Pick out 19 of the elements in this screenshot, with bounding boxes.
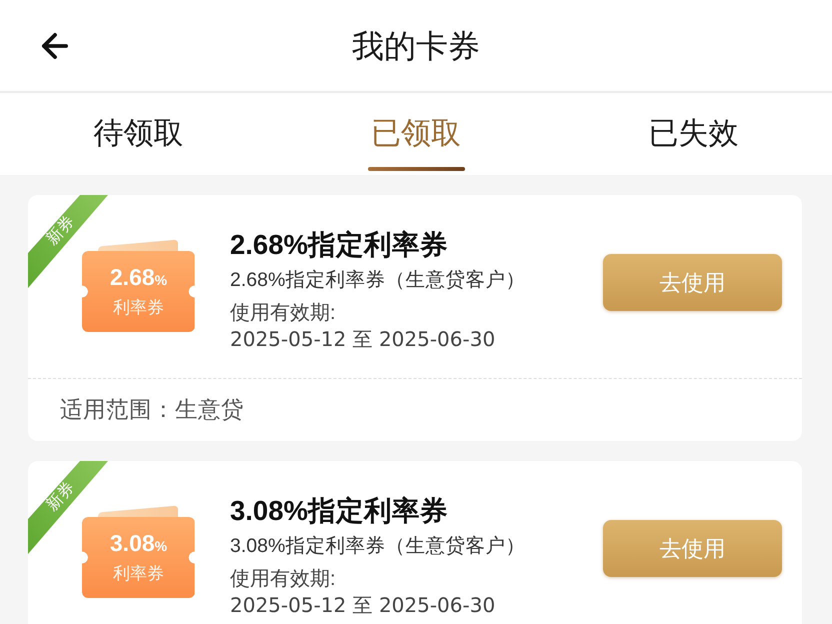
validity-label: 使用有效期: — [230, 300, 337, 326]
ribbon-label: 新券 — [42, 212, 79, 250]
ticket-rate: 3.08% — [110, 530, 168, 558]
coupon-title: 2.68%指定利率券 — [230, 228, 449, 262]
scope-text: 适用范围：生意贷 — [60, 396, 244, 424]
coupon-subtitle: 2.68%指定利率券（生意贷客户） — [230, 268, 526, 292]
validity-label: 使用有效期: — [230, 566, 337, 592]
ticket-rate: 2.68% — [110, 264, 168, 292]
validity-dates: 2025-05-12 至 2025-06-30 — [230, 326, 496, 352]
page-title: 我的卡券 — [351, 26, 481, 66]
ticket-label: 利率券 — [113, 562, 164, 584]
tab[interactable]: 已失效 — [554, 93, 832, 175]
validity-dates: 2025-05-12 至 2025-06-30 — [230, 592, 496, 618]
tab[interactable]: 已领取 — [277, 93, 555, 175]
ribbon-label: 新券 — [42, 478, 79, 516]
coupon-title: 3.08%指定利率券 — [230, 494, 449, 528]
ticket-label: 利率券 — [113, 296, 164, 318]
coupon-subtitle: 3.08%指定利率券（生意贷客户） — [230, 534, 526, 558]
tab[interactable]: 待领取 — [0, 93, 278, 175]
